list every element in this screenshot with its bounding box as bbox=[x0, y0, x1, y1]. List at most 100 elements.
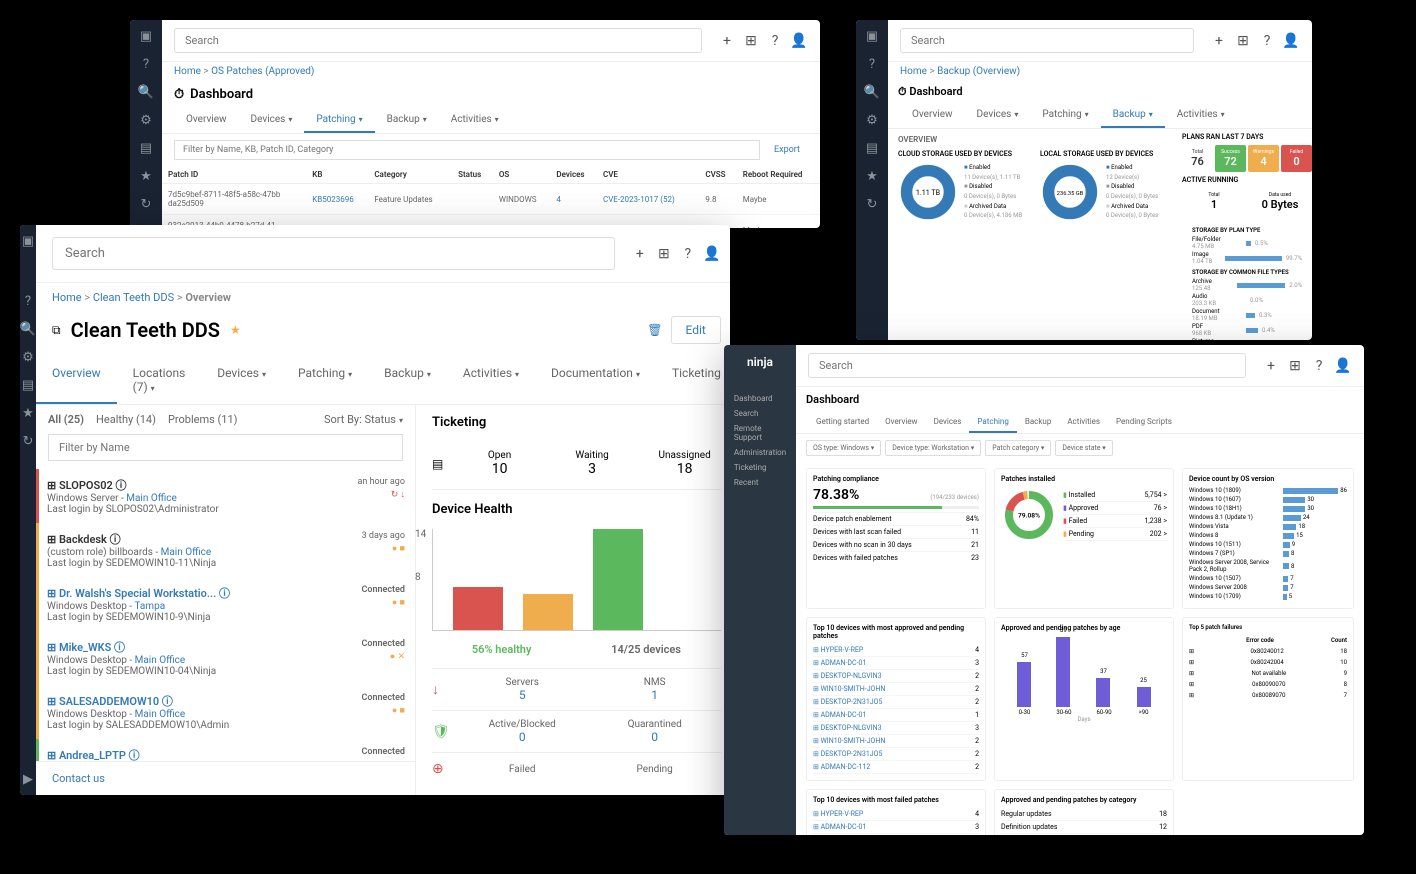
col-header[interactable]: Category bbox=[368, 166, 452, 184]
device-item[interactable]: ⊞ Dr. Walsh's Special Workstatio... ⓘWin… bbox=[36, 577, 415, 631]
gear-icon[interactable]: ⚙ bbox=[20, 349, 36, 365]
list-item[interactable]: ⊞ HYPER-V-REP4 bbox=[813, 808, 979, 821]
tab-backup[interactable]: Backup bbox=[1101, 103, 1165, 128]
gear-icon[interactable]: ⚙ bbox=[138, 112, 154, 128]
history-icon[interactable]: ↻ bbox=[864, 196, 880, 212]
history-icon[interactable]: ↻ bbox=[20, 433, 36, 449]
trash-icon[interactable]: 🗑 bbox=[647, 323, 662, 337]
col-header[interactable]: KB bbox=[306, 166, 368, 184]
contact-link[interactable]: Contact us bbox=[36, 761, 415, 795]
tab-devices[interactable]: Devices bbox=[201, 356, 282, 404]
expand-icon[interactable]: ▶ bbox=[20, 771, 36, 787]
help-icon[interactable]: ? bbox=[766, 32, 784, 50]
apps-icon[interactable]: ⊞ bbox=[742, 32, 760, 50]
list-item[interactable]: ⊞ ADMAN-DC-011 bbox=[813, 709, 979, 722]
list-item[interactable]: ⊞ DESKTOP-NLGVIN32 bbox=[813, 670, 979, 683]
tab-locations-7-[interactable]: Locations (7) bbox=[117, 356, 202, 404]
tab-overview[interactable]: Overview bbox=[877, 412, 925, 433]
table-row[interactable]: 7d5c9bef-8711-48f5-a58c-47bbda25d509KB50… bbox=[162, 184, 820, 215]
col-header[interactable]: CVE bbox=[597, 166, 699, 184]
col-header[interactable]: CVSS bbox=[699, 166, 736, 184]
tab-activities[interactable]: Activities bbox=[439, 108, 511, 133]
device-item[interactable]: ⊞ Andrea_LPTP ⓘMac Desktop - Main Office… bbox=[36, 739, 415, 761]
star-icon[interactable]: ★ bbox=[230, 323, 241, 337]
tab-devices[interactable]: Devices bbox=[239, 108, 305, 133]
user-icon[interactable]: 👤 bbox=[1282, 32, 1300, 50]
filter-problems[interactable]: Problems (11) bbox=[168, 413, 238, 426]
help-icon[interactable]: ? bbox=[138, 56, 154, 72]
tab-backup[interactable]: Backup bbox=[375, 108, 439, 133]
apps-icon[interactable]: ⊞ bbox=[1286, 357, 1304, 375]
list-item[interactable]: ⊞ WIN10-SMITH-JOHN2 bbox=[813, 735, 979, 748]
star-icon[interactable]: ★ bbox=[864, 168, 880, 184]
list-item[interactable]: ⊞ DESKTOP-NLGVIN33 bbox=[813, 834, 979, 835]
user-icon[interactable]: 👤 bbox=[703, 245, 721, 263]
nav-ticketing[interactable]: Ticketing bbox=[724, 460, 796, 475]
tab-ticketing[interactable]: Ticketing bbox=[656, 356, 730, 404]
filter-input[interactable] bbox=[174, 140, 760, 160]
tab-getting-started[interactable]: Getting started bbox=[808, 412, 877, 433]
search-icon[interactable]: 🔍 bbox=[138, 84, 154, 100]
user-icon[interactable]: 👤 bbox=[1334, 357, 1352, 375]
name-filter-input[interactable] bbox=[48, 434, 403, 461]
device-item[interactable]: ⊞ Mike_WKS ⓘWindows Desktop - Main Offic… bbox=[36, 631, 415, 685]
star-icon[interactable]: ★ bbox=[138, 168, 154, 184]
tab-patching[interactable]: Patching bbox=[282, 356, 368, 404]
search-icon[interactable]: 🔍 bbox=[20, 321, 36, 337]
list-item[interactable]: ⊞ ADMAN-DC-013 bbox=[813, 657, 979, 670]
legend-item[interactable]: ▮ Installed5,754 > bbox=[1063, 489, 1167, 502]
apps-icon[interactable]: ⊞ bbox=[1234, 32, 1252, 50]
logo-icon[interactable]: ▣ bbox=[20, 233, 36, 249]
gear-icon[interactable]: ⚙ bbox=[864, 112, 880, 128]
col-header[interactable]: Reboot Required bbox=[737, 166, 820, 184]
search-input[interactable] bbox=[808, 353, 1246, 378]
edit-button[interactable]: Edit bbox=[671, 316, 721, 344]
add-icon[interactable]: + bbox=[1210, 32, 1228, 50]
tab-overview[interactable]: Overview bbox=[36, 356, 117, 404]
user-icon[interactable]: 👤 bbox=[790, 32, 808, 50]
doc-icon[interactable]: ▤ bbox=[138, 140, 154, 156]
logo-icon[interactable]: ▣ bbox=[138, 28, 154, 44]
doc-icon[interactable]: ▤ bbox=[20, 377, 36, 393]
legend-item[interactable]: ▮ Pending202 > bbox=[1063, 528, 1167, 541]
filter-healthy[interactable]: Healthy (14) bbox=[96, 413, 156, 426]
col-header[interactable]: Devices bbox=[550, 166, 597, 184]
help-icon[interactable]: ? bbox=[1258, 32, 1276, 50]
search-icon[interactable]: 🔍 bbox=[864, 84, 880, 100]
logo-icon[interactable]: ▣ bbox=[864, 28, 880, 44]
tab-documentation[interactable]: Documentation bbox=[535, 356, 656, 404]
sort-dropdown[interactable]: Sort By: Status bbox=[324, 413, 403, 426]
list-item[interactable]: ⊞ HYPER-V-REP4 bbox=[813, 644, 979, 657]
list-item[interactable]: ⊞ WIN10-SMITH-JOHN2 bbox=[813, 683, 979, 696]
tab-patching[interactable]: Patching bbox=[1030, 103, 1100, 128]
nav-recent[interactable]: Recent bbox=[724, 475, 796, 490]
device-item[interactable]: ⊞ Backdesk ⓘ(custom role) billboards - M… bbox=[36, 523, 415, 577]
col-header[interactable]: Patch ID bbox=[162, 166, 306, 184]
history-icon[interactable]: ↻ bbox=[138, 196, 154, 212]
tab-activities[interactable]: Activities bbox=[447, 356, 535, 404]
add-icon[interactable]: + bbox=[1262, 357, 1280, 375]
filter-all[interactable]: All (25) bbox=[48, 413, 84, 426]
nav-remote-support[interactable]: Remote Support bbox=[724, 421, 796, 445]
device-item[interactable]: ⊞ SALESADDEMOW10 ⓘWindows Desktop - Main… bbox=[36, 685, 415, 739]
tab-activities[interactable]: Activities bbox=[1165, 103, 1237, 128]
list-item[interactable]: ⊞ DESKTOP-2N31JO52 bbox=[813, 748, 979, 761]
tab-backup[interactable]: Backup bbox=[368, 356, 447, 404]
help-icon[interactable]: ? bbox=[1310, 357, 1328, 375]
filter-dropdown[interactable]: Device type: Workstation ▾ bbox=[885, 440, 981, 456]
list-item[interactable]: ⊞ DESKTOP-2N31JO52 bbox=[813, 696, 979, 709]
help-icon[interactable]: ? bbox=[864, 56, 880, 72]
doc-icon[interactable]: ▤ bbox=[864, 140, 880, 156]
list-item[interactable]: ⊞ ADMAN-DC-013 bbox=[813, 821, 979, 834]
export-button[interactable]: Export bbox=[766, 141, 808, 159]
tab-patching[interactable]: Patching bbox=[969, 412, 1016, 433]
tab-pending-scripts[interactable]: Pending Scripts bbox=[1108, 412, 1180, 433]
search-input[interactable] bbox=[52, 237, 615, 270]
tab-devices[interactable]: Devices bbox=[926, 412, 970, 433]
col-header[interactable]: Status bbox=[452, 166, 493, 184]
legend-item[interactable]: ▮ Failed1,238 > bbox=[1063, 515, 1167, 528]
filter-dropdown[interactable]: OS type: Windows ▾ bbox=[806, 440, 881, 456]
search-input[interactable] bbox=[900, 28, 1194, 53]
list-item[interactable]: ⊞ DESKTOP-NLGVIN33 bbox=[813, 722, 979, 735]
nav-dashboard[interactable]: Dashboard bbox=[724, 391, 796, 406]
